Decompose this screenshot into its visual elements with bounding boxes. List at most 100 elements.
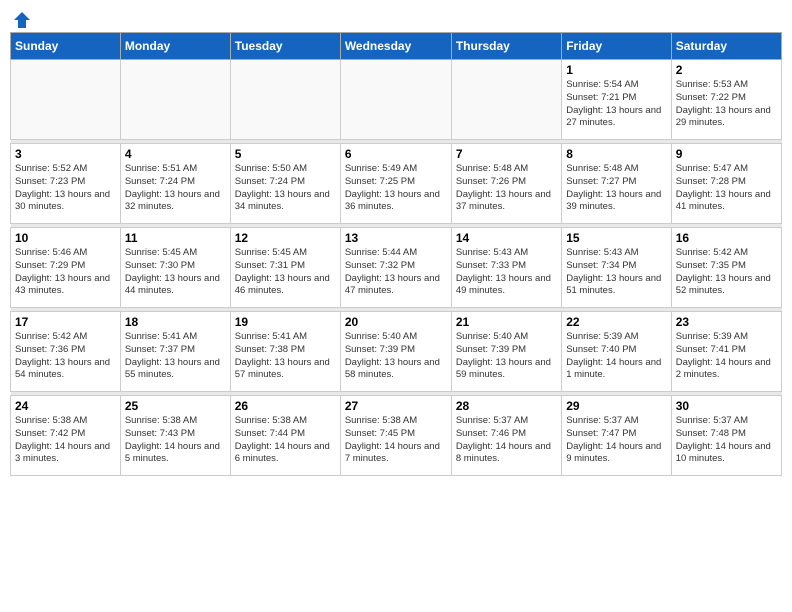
calendar-cell: 6Sunrise: 5:49 AM Sunset: 7:25 PM Daylig… (340, 144, 451, 224)
day-info: Sunrise: 5:37 AM Sunset: 7:46 PM Dayligh… (456, 415, 557, 466)
day-number: 11 (125, 231, 226, 245)
day-info: Sunrise: 5:51 AM Sunset: 7:24 PM Dayligh… (125, 163, 226, 214)
day-number: 14 (456, 231, 557, 245)
calendar-cell: 5Sunrise: 5:50 AM Sunset: 7:24 PM Daylig… (230, 144, 340, 224)
day-number: 5 (235, 147, 336, 161)
calendar-week-row: 1Sunrise: 5:54 AM Sunset: 7:21 PM Daylig… (11, 60, 782, 140)
day-header-monday: Monday (120, 33, 230, 60)
logo-icon (12, 10, 32, 30)
calendar-cell: 3 Sunrise: 5:52 AM Sunset: 7:23 PM Daylig… (11, 144, 121, 224)
day-info: Sunrise: 5:44 AM Sunset: 7:32 PM Dayligh… (345, 247, 447, 298)
day-info: Sunrise: 5:45 AM Sunset: 7:31 PM Dayligh… (235, 247, 336, 298)
day-info: Sunrise: 5:39 AM Sunset: 7:41 PM Dayligh… (676, 331, 777, 382)
day-info: Sunrise: 5:37 AM Sunset: 7:47 PM Dayligh… (566, 415, 666, 466)
logo (10, 10, 32, 26)
day-number: 23 (676, 315, 777, 329)
page-header (10, 10, 782, 26)
day-number: 17 (15, 315, 116, 329)
day-number: 26 (235, 399, 336, 413)
day-number: 21 (456, 315, 557, 329)
day-info: Sunrise: 5:53 AM Sunset: 7:22 PM Dayligh… (676, 79, 777, 130)
calendar-cell: 26 Sunrise: 5:38 AM Sunset: 7:44 PM Dayli… (230, 396, 340, 476)
calendar-cell (451, 60, 561, 140)
calendar-week-row: 24 Sunrise: 5:38 AM Sunset: 7:42 PM Dayli… (11, 396, 782, 476)
calendar-cell: 30 Sunrise: 5:37 AM Sunset: 7:48 PM Dayli… (671, 396, 781, 476)
day-info: Sunrise: 5:54 AM Sunset: 7:21 PM Dayligh… (566, 79, 666, 130)
day-header-saturday: Saturday (671, 33, 781, 60)
day-info: Sunrise: 5:48 AM Sunset: 7:27 PM Dayligh… (566, 163, 666, 214)
day-info: Sunrise: 5:52 AM Sunset: 7:23 PM Dayligh… (15, 163, 116, 214)
calendar-cell: 27 Sunrise: 5:38 AM Sunset: 7:45 PM Dayli… (340, 396, 451, 476)
day-info: Sunrise: 5:46 AM Sunset: 7:29 PM Dayligh… (15, 247, 116, 298)
calendar-cell (120, 60, 230, 140)
calendar-cell: 15Sunrise: 5:43 AM Sunset: 7:34 PM Dayli… (562, 228, 671, 308)
calendar-cell: 12 Sunrise: 5:45 AM Sunset: 7:31 PM Dayli… (230, 228, 340, 308)
calendar-cell: 10 Sunrise: 5:46 AM Sunset: 7:29 PM Dayli… (11, 228, 121, 308)
day-header-wednesday: Wednesday (340, 33, 451, 60)
calendar-cell: 11 Sunrise: 5:45 AM Sunset: 7:30 PM Dayli… (120, 228, 230, 308)
day-number: 29 (566, 399, 666, 413)
calendar-cell: 1Sunrise: 5:54 AM Sunset: 7:21 PM Daylig… (562, 60, 671, 140)
calendar-cell: 2 Sunrise: 5:53 AM Sunset: 7:22 PM Daylig… (671, 60, 781, 140)
day-number: 25 (125, 399, 226, 413)
day-number: 9 (676, 147, 777, 161)
day-info: Sunrise: 5:38 AM Sunset: 7:44 PM Dayligh… (235, 415, 336, 466)
calendar-week-row: 3 Sunrise: 5:52 AM Sunset: 7:23 PM Daylig… (11, 144, 782, 224)
day-info: Sunrise: 5:41 AM Sunset: 7:38 PM Dayligh… (235, 331, 336, 382)
day-number: 27 (345, 399, 447, 413)
calendar-table: SundayMondayTuesdayWednesdayThursdayFrid… (10, 32, 782, 476)
day-number: 4 (125, 147, 226, 161)
day-header-thursday: Thursday (451, 33, 561, 60)
calendar-cell: 14 Sunrise: 5:43 AM Sunset: 7:33 PM Dayli… (451, 228, 561, 308)
calendar-cell: 18 Sunrise: 5:41 AM Sunset: 7:37 PM Dayli… (120, 312, 230, 392)
day-info: Sunrise: 5:42 AM Sunset: 7:35 PM Dayligh… (676, 247, 777, 298)
day-info: Sunrise: 5:38 AM Sunset: 7:43 PM Dayligh… (125, 415, 226, 466)
calendar-cell: 22Sunrise: 5:39 AM Sunset: 7:40 PM Dayli… (562, 312, 671, 392)
day-number: 19 (235, 315, 336, 329)
calendar-cell: 19 Sunrise: 5:41 AM Sunset: 7:38 PM Dayli… (230, 312, 340, 392)
day-number: 24 (15, 399, 116, 413)
day-info: Sunrise: 5:40 AM Sunset: 7:39 PM Dayligh… (345, 331, 447, 382)
calendar-cell (11, 60, 121, 140)
day-header-friday: Friday (562, 33, 671, 60)
day-info: Sunrise: 5:43 AM Sunset: 7:34 PM Dayligh… (566, 247, 666, 298)
day-header-sunday: Sunday (11, 33, 121, 60)
day-number: 13 (345, 231, 447, 245)
day-info: Sunrise: 5:45 AM Sunset: 7:30 PM Dayligh… (125, 247, 226, 298)
day-header-tuesday: Tuesday (230, 33, 340, 60)
calendar-cell: 24 Sunrise: 5:38 AM Sunset: 7:42 PM Dayli… (11, 396, 121, 476)
day-number: 18 (125, 315, 226, 329)
calendar-cell: 4 Sunrise: 5:51 AM Sunset: 7:24 PM Daylig… (120, 144, 230, 224)
calendar-cell: 25 Sunrise: 5:38 AM Sunset: 7:43 PM Dayli… (120, 396, 230, 476)
day-info: Sunrise: 5:47 AM Sunset: 7:28 PM Dayligh… (676, 163, 777, 214)
calendar-cell: 8Sunrise: 5:48 AM Sunset: 7:27 PM Daylig… (562, 144, 671, 224)
day-info: Sunrise: 5:38 AM Sunset: 7:42 PM Dayligh… (15, 415, 116, 466)
day-number: 20 (345, 315, 447, 329)
day-info: Sunrise: 5:38 AM Sunset: 7:45 PM Dayligh… (345, 415, 447, 466)
day-number: 10 (15, 231, 116, 245)
day-number: 30 (676, 399, 777, 413)
calendar-cell: 28Sunrise: 5:37 AM Sunset: 7:46 PM Dayli… (451, 396, 561, 476)
day-info: Sunrise: 5:41 AM Sunset: 7:37 PM Dayligh… (125, 331, 226, 382)
day-info: Sunrise: 5:37 AM Sunset: 7:48 PM Dayligh… (676, 415, 777, 466)
calendar-cell: 9 Sunrise: 5:47 AM Sunset: 7:28 PM Daylig… (671, 144, 781, 224)
calendar-cell: 17Sunrise: 5:42 AM Sunset: 7:36 PM Dayli… (11, 312, 121, 392)
calendar-cell: 13 Sunrise: 5:44 AM Sunset: 7:32 PM Dayli… (340, 228, 451, 308)
day-info: Sunrise: 5:43 AM Sunset: 7:33 PM Dayligh… (456, 247, 557, 298)
calendar-cell: 23 Sunrise: 5:39 AM Sunset: 7:41 PM Dayli… (671, 312, 781, 392)
day-number: 12 (235, 231, 336, 245)
calendar-header-row: SundayMondayTuesdayWednesdayThursdayFrid… (11, 33, 782, 60)
day-info: Sunrise: 5:40 AM Sunset: 7:39 PM Dayligh… (456, 331, 557, 382)
day-info: Sunrise: 5:49 AM Sunset: 7:25 PM Dayligh… (345, 163, 447, 214)
calendar-cell (230, 60, 340, 140)
calendar-cell (340, 60, 451, 140)
calendar-cell: 29 Sunrise: 5:37 AM Sunset: 7:47 PM Dayli… (562, 396, 671, 476)
day-number: 7 (456, 147, 557, 161)
day-number: 16 (676, 231, 777, 245)
calendar-week-row: 10 Sunrise: 5:46 AM Sunset: 7:29 PM Dayli… (11, 228, 782, 308)
day-number: 22 (566, 315, 666, 329)
calendar-cell: 21 Sunrise: 5:40 AM Sunset: 7:39 PM Dayli… (451, 312, 561, 392)
day-number: 2 (676, 63, 777, 77)
calendar-week-row: 17Sunrise: 5:42 AM Sunset: 7:36 PM Dayli… (11, 312, 782, 392)
day-number: 3 (15, 147, 116, 161)
